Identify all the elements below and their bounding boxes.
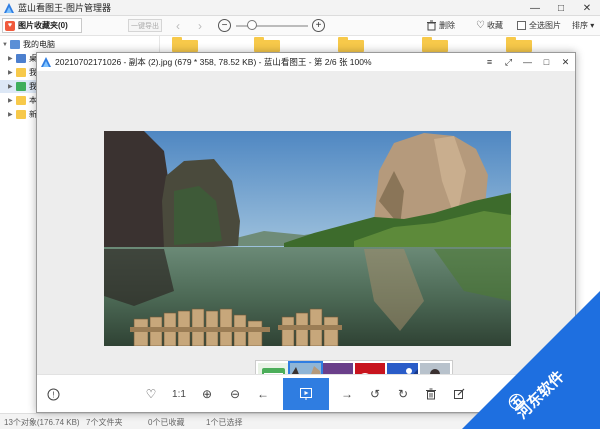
expand-caret-icon[interactable]: ▼ xyxy=(2,42,10,48)
collect-label: 收藏 xyxy=(486,21,503,30)
viewer-title: 20210702171026 - 副本 (2).jpg (679 * 358, … xyxy=(55,57,372,67)
menu-icon[interactable]: ≡ xyxy=(480,53,499,71)
folder-icon xyxy=(16,110,26,119)
viewer-title-bar: 20210702171026 - 副本 (2).jpg (679 * 358, … xyxy=(37,53,575,71)
folder-thumbnail[interactable] xyxy=(422,37,448,52)
zoom-in-button[interactable]: + xyxy=(312,19,325,32)
rotate-right-icon[interactable]: ↻ xyxy=(393,384,413,404)
info-icon[interactable]: ! xyxy=(43,384,63,404)
close-button[interactable]: ✕ xyxy=(574,0,600,16)
close-button[interactable]: ✕ xyxy=(556,53,575,71)
folder-thumbnail[interactable] xyxy=(172,37,198,52)
expand-caret-icon[interactable]: ▶ xyxy=(8,97,16,104)
select-all-checkbox[interactable]: 全选图片 xyxy=(517,19,561,32)
minimize-button[interactable]: — xyxy=(522,0,548,16)
trash-icon[interactable] xyxy=(421,384,441,404)
expand-caret-icon[interactable]: ▶ xyxy=(8,111,16,118)
app-logo-icon xyxy=(41,57,51,67)
collect-button[interactable]: ♡ 收藏 xyxy=(476,19,503,32)
sort-dropdown[interactable]: 排序 ▾ xyxy=(572,19,594,32)
trash-icon xyxy=(427,20,436,31)
select-all-label: 全选图片 xyxy=(529,21,561,30)
next-arrow-icon[interactable]: → xyxy=(337,384,357,404)
folder-icon xyxy=(16,68,26,77)
favorites-label: 图片收藏夹(0) xyxy=(18,21,68,30)
back-arrow-icon[interactable]: ‹ xyxy=(170,18,186,34)
folder-thumbnail[interactable] xyxy=(254,37,280,52)
desktop-icon xyxy=(16,54,26,63)
folder-icon xyxy=(16,96,26,105)
manager-toolbar: ♥ 图片收藏夹(0) 一键导出 ‹ › − + 删除 ♡ 收藏 全选图片 排序 … xyxy=(0,16,600,36)
expand-caret-icon[interactable]: ▶ xyxy=(8,69,16,76)
tree-item-my-computer[interactable]: ▼ 我的电脑 xyxy=(2,38,55,51)
forward-arrow-icon[interactable]: › xyxy=(192,18,208,34)
slideshow-icon xyxy=(300,388,312,400)
favorites-dropdown[interactable]: ♥ 图片收藏夹(0) xyxy=(2,18,82,33)
checkbox-icon xyxy=(517,21,526,30)
folder-thumbnail[interactable] xyxy=(338,37,364,52)
manager-title: 蓝山看图王-图片管理器 xyxy=(18,3,111,13)
maximize-button[interactable]: □ xyxy=(537,53,556,71)
delete-button[interactable]: 删除 xyxy=(426,19,455,32)
fullscreen-icon[interactable]: ⤢ xyxy=(499,53,518,71)
folder-thumbnail[interactable] xyxy=(506,37,532,52)
status-favorites: 0个已收藏 xyxy=(148,418,185,427)
manager-title-bar: 蓝山看图王-图片管理器 — □ ✕ xyxy=(0,0,600,16)
info-glyph: ! xyxy=(52,390,54,399)
tree-item-label: 我的电脑 xyxy=(23,40,55,49)
landscape-photo xyxy=(104,131,511,346)
computer-icon xyxy=(10,40,20,49)
zoom-slider-handle[interactable] xyxy=(246,20,257,30)
favorite-heart-icon[interactable]: ♡ xyxy=(141,384,161,404)
app-logo-icon xyxy=(4,2,14,13)
zoom-out-button[interactable]: − xyxy=(218,19,231,32)
heart-outline-icon: ♡ xyxy=(476,20,485,31)
heart-icon: ♥ xyxy=(5,20,15,31)
status-folders: 7个文件夹 xyxy=(86,418,123,427)
status-objects: 13个对象(176.74 KB) xyxy=(4,418,80,427)
previous-arrow-icon[interactable]: ← xyxy=(253,384,273,404)
expand-caret-icon[interactable]: ▶ xyxy=(8,55,16,62)
rotate-left-icon[interactable]: ↺ xyxy=(365,384,385,404)
delete-label: 删除 xyxy=(439,21,455,30)
zoom-out-icon[interactable]: ⊖ xyxy=(225,384,245,404)
status-selected: 1个已选择 xyxy=(206,418,243,427)
slideshow-button[interactable] xyxy=(283,378,329,410)
filter-icon xyxy=(16,82,26,91)
actual-size-button[interactable]: 1:1 xyxy=(169,384,189,404)
sort-label: 排序 ▾ xyxy=(572,21,595,30)
export-button[interactable]: 一键导出 xyxy=(128,19,162,32)
expand-caret-icon[interactable]: ▶ xyxy=(8,83,16,90)
minimize-button[interactable]: — xyxy=(518,53,537,71)
zoom-in-icon[interactable]: ⊕ xyxy=(197,384,217,404)
maximize-button[interactable]: □ xyxy=(548,0,574,16)
